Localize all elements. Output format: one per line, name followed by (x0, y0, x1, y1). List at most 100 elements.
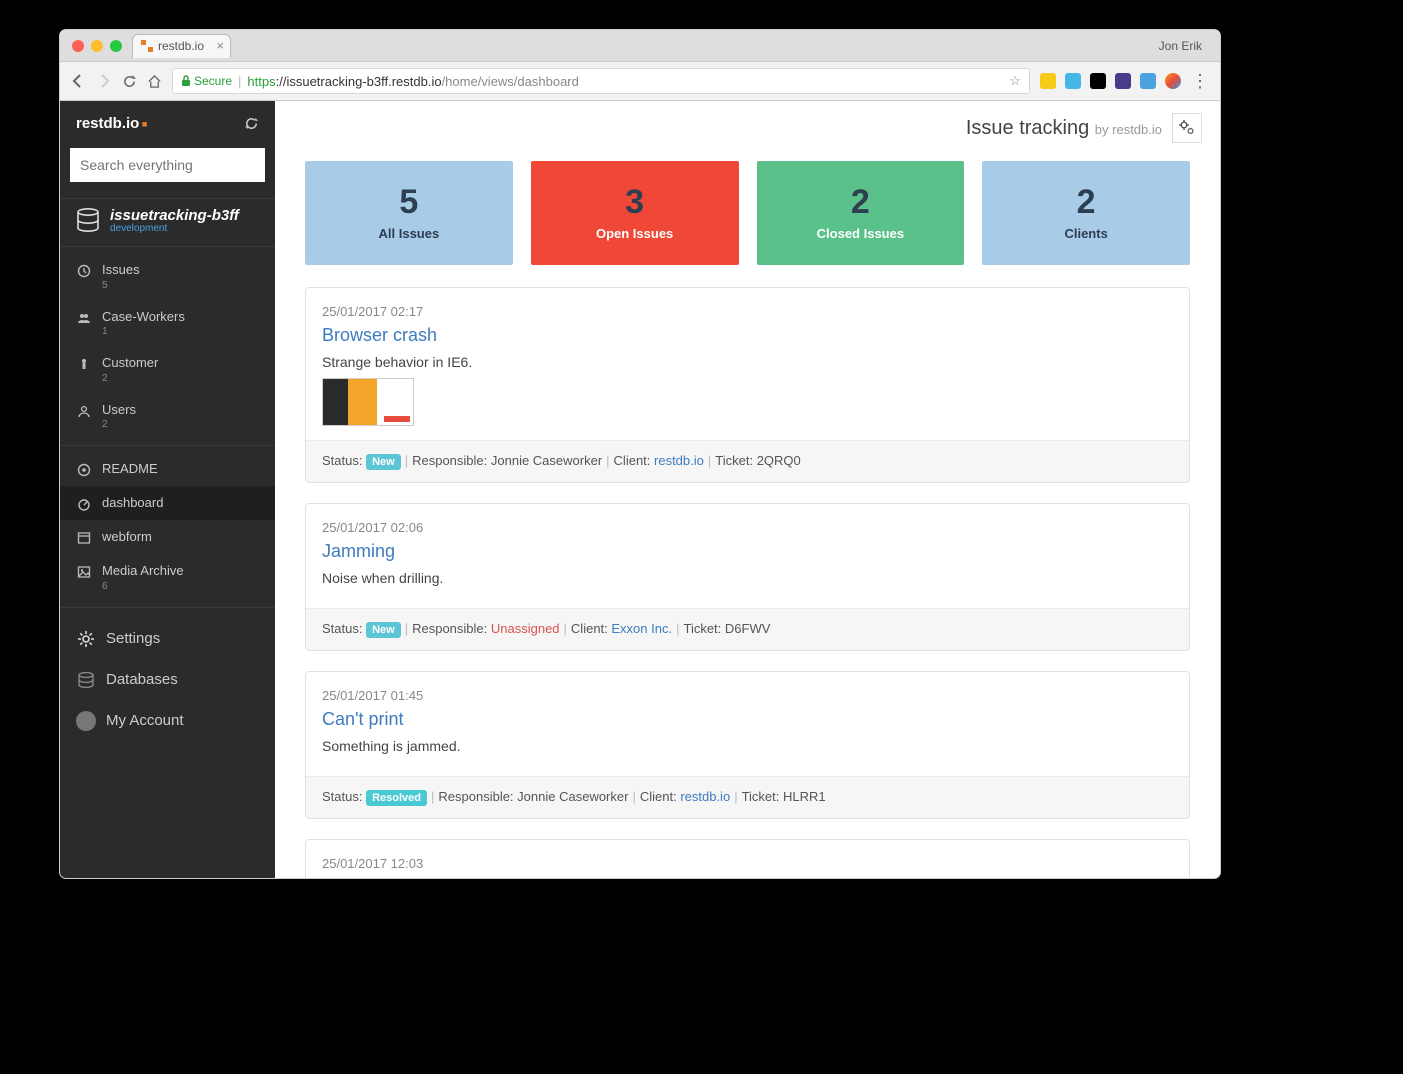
sidebar-item-label: README (102, 461, 158, 477)
issue-body: 25/01/2017 12:03Still can't log in (306, 840, 1189, 878)
issue-description: Strange behavior in IE6. (322, 354, 1173, 370)
page-title-sub: by restdb.io (1095, 122, 1162, 137)
sidebar-item-issues[interactable]: Issues5 (60, 253, 275, 300)
issues-icon (76, 263, 92, 279)
issue-footer: Status: New|Responsible: Jonnie Casework… (306, 440, 1189, 482)
issue-body: 25/01/2017 02:17 Browser crash Strange beh… (306, 288, 1189, 440)
status-label: Status: (322, 621, 366, 636)
browser-tab[interactable]: restdb.io × (132, 34, 231, 58)
issues-list: 25/01/2017 02:17 Browser crash Strange beh… (305, 287, 1190, 878)
stat-card-closed-issues[interactable]: 2Closed Issues (757, 161, 965, 265)
sidebar-pages: README dashboard webform Media Archive6 (60, 446, 275, 608)
extension-icon[interactable] (1115, 73, 1131, 89)
sidebar-item-my-account[interactable]: My Account (60, 700, 275, 741)
sidebar-item-webform[interactable]: webform (60, 520, 275, 554)
stat-label: Clients (992, 226, 1180, 241)
responsible-unassigned: Unassigned (491, 621, 560, 636)
customer-icon (76, 356, 92, 372)
forward-button[interactable] (96, 73, 112, 89)
sidebar-item-readme[interactable]: README (60, 452, 275, 486)
settings-button[interactable] (1172, 113, 1202, 143)
lock-icon (181, 75, 191, 87)
menu-button[interactable]: ⋮ (1191, 71, 1210, 92)
back-button[interactable] (70, 73, 86, 89)
issue-thumbnail[interactable] (322, 378, 414, 426)
issue-card: 25/01/2017 12:03Still can't log in (305, 839, 1190, 878)
stat-card-clients[interactable]: 2 Clients (982, 161, 1190, 265)
sidebar-collections: Issues5Case-Workers1Customer2Users2 (60, 247, 275, 446)
issue-footer: Status: New|Responsible: Unassigned|Clie… (306, 608, 1189, 650)
star-icon[interactable]: ☆ (1009, 73, 1021, 89)
search-input[interactable] (70, 148, 265, 182)
extension-icons (1040, 73, 1181, 89)
issue-card: 25/01/2017 02:17 Browser crash Strange beh… (305, 287, 1190, 483)
sidebar-item-settings[interactable]: Settings (60, 618, 275, 659)
sidebar-item-dashboard[interactable]: dashboard (60, 486, 275, 520)
status-badge: New (366, 454, 401, 470)
stat-card-open-issues[interactable]: 3 Open Issues (531, 161, 739, 265)
stats-row: 5All Issues 3 Open Issues 2Closed Issues 2 Cl… (305, 161, 1190, 265)
secure-label: Secure (194, 74, 232, 88)
client-link[interactable]: restdb.io (680, 789, 730, 804)
client-link[interactable]: Exxon Inc. (611, 621, 672, 636)
issue-title-link[interactable]: Browser crash (322, 325, 1173, 346)
client-link[interactable]: restdb.io (654, 453, 704, 468)
stat-value: 3 (541, 183, 729, 222)
sidebar-item-count: 5 (102, 280, 140, 292)
extension-icon[interactable] (1065, 73, 1081, 89)
ticket-id: D6FWV (725, 621, 771, 636)
sidebar-item-users[interactable]: Users2 (60, 393, 275, 440)
close-window-button[interactable] (72, 40, 84, 52)
readme-icon (76, 462, 92, 478)
ticket-id: HLRR1 (783, 789, 826, 804)
sidebar-item-databases[interactable]: Databases (60, 659, 275, 700)
brand-logo[interactable]: restdb.io ▪ (76, 115, 148, 132)
sidebar-item-label: dashboard (102, 495, 163, 511)
sidebar-item-label: webform (102, 529, 152, 545)
sidebar-header: restdb.io ▪ (60, 101, 275, 142)
stat-card-all-issues[interactable]: 5All Issues (305, 161, 513, 265)
sidebar-item-case-workers[interactable]: Case-Workers1 (60, 300, 275, 347)
home-button[interactable] (147, 74, 162, 89)
database-meta: issuetracking-b3ff development (110, 207, 239, 234)
bottom-icon (76, 629, 96, 649)
status-label: Status: (322, 453, 366, 468)
address-bar[interactable]: Secure | https://issuetracking-b3ff.rest… (172, 68, 1030, 94)
client-label: Client: (614, 453, 654, 468)
responsible-label: Responsible: (412, 453, 491, 468)
bottom-icon (76, 711, 96, 731)
issue-title-link[interactable]: Jamming (322, 541, 1173, 562)
sidebar-search (70, 148, 265, 182)
database-block[interactable]: issuetracking-b3ff development (60, 198, 275, 247)
maximize-window-button[interactable] (110, 40, 122, 52)
issue-title-link[interactable]: Can't print (322, 709, 1173, 730)
stat-label: Open Issues (541, 226, 729, 241)
issue-timestamp: 25/01/2017 02:17 (322, 304, 1173, 319)
extension-icon[interactable] (1040, 73, 1056, 89)
stat-value: 2 (992, 183, 1180, 222)
database-name: issuetracking-b3ff (110, 207, 239, 224)
minimize-window-button[interactable] (91, 40, 103, 52)
issue-card: 25/01/2017 02:06JammingNoise when drilli… (305, 503, 1190, 651)
sidebar-item-count: 2 (102, 419, 136, 431)
issue-body: 25/01/2017 01:45Can't printSomething is … (306, 672, 1189, 776)
main-content: Issue tracking by restdb.io 5All Issues3… (275, 101, 1220, 878)
tab-close-icon[interactable]: × (216, 38, 224, 53)
avatar-icon (76, 711, 96, 731)
extension-icon[interactable] (1165, 73, 1181, 89)
sidebar-item-label: Users (102, 402, 136, 418)
responsible-name: Jonnie Caseworker (517, 789, 628, 804)
profile-name[interactable]: Jon Erik (1159, 39, 1208, 53)
sidebar-item-customer[interactable]: Customer2 (60, 346, 275, 393)
extension-icon[interactable] (1140, 73, 1156, 89)
secure-badge: Secure (181, 74, 232, 88)
page-title-main: Issue tracking (966, 117, 1089, 139)
reload-button[interactable] (122, 74, 137, 89)
webform-icon (76, 530, 92, 546)
issue-body: 25/01/2017 02:06JammingNoise when drilli… (306, 504, 1189, 608)
sidebar-item-media-archive[interactable]: Media Archive6 (60, 554, 275, 601)
issue-title-link[interactable]: Still can't log in (322, 877, 1173, 878)
traffic-lights (72, 40, 122, 52)
extension-icon[interactable] (1090, 73, 1106, 89)
refresh-icon[interactable] (244, 116, 259, 131)
